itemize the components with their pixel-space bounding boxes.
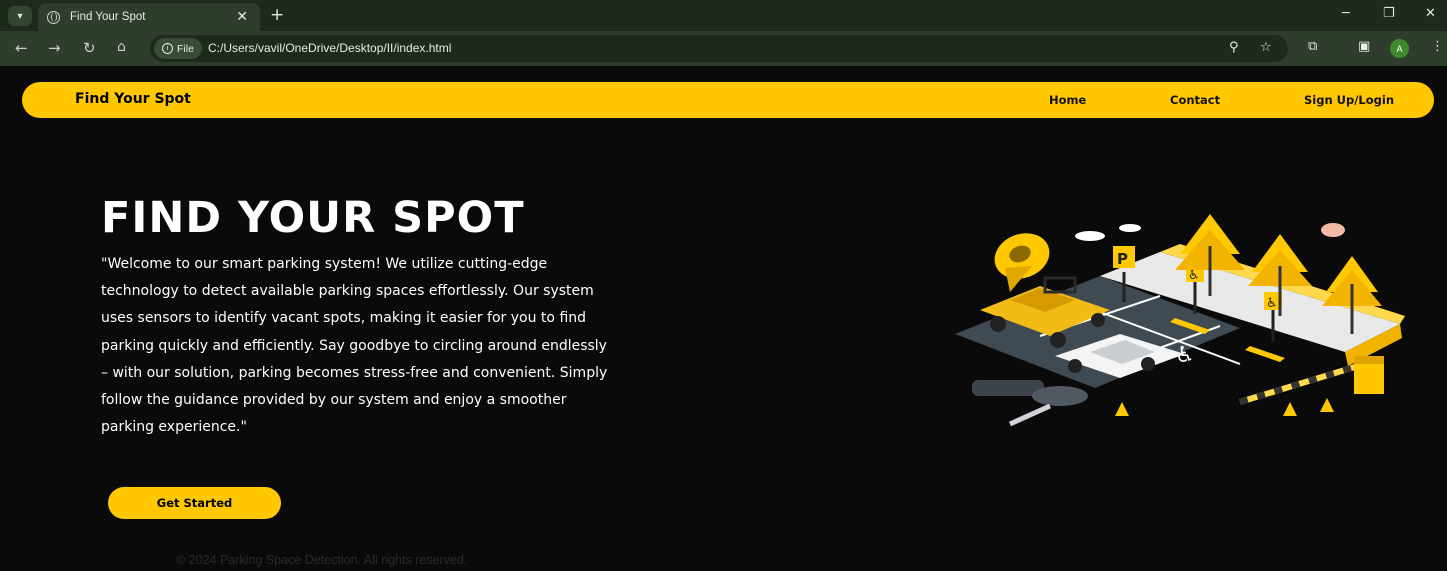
get-started-button[interactable]: Get Started: [108, 487, 281, 519]
svg-text:P: P: [1117, 250, 1128, 268]
browser-tab-bar: ▾ Find Your Spot ✕ + ─ ❐ ✕: [0, 0, 1447, 31]
hero-title: FIND YOUR SPOT: [101, 193, 525, 243]
footer-copyright: © 2024 Parking Space Detection. All righ…: [176, 553, 468, 567]
tab-title: Find Your Spot: [70, 11, 146, 23]
cloud-icon: [1119, 224, 1141, 232]
menu-kebab-icon[interactable]: ⋮: [1431, 39, 1444, 54]
nav-link-signup-login[interactable]: Sign Up/Login: [1304, 93, 1394, 107]
traffic-cone-icon: [1320, 398, 1334, 412]
traffic-cone-icon: [1283, 402, 1297, 416]
svg-text:♿: ♿: [1266, 296, 1278, 311]
site-info-chip[interactable]: i File: [154, 38, 202, 59]
svg-text:♿: ♿: [1188, 268, 1200, 283]
window-close-icon[interactable]: ✕: [1425, 6, 1436, 21]
car-key-icon: [972, 380, 1088, 427]
globe-icon: [47, 10, 60, 24]
brand-logo-text[interactable]: Find Your Spot: [75, 91, 191, 107]
extensions-icon[interactable]: ⧉: [1308, 39, 1317, 54]
chevron-down-icon: ▾: [17, 10, 23, 22]
traffic-cone-icon: [1115, 402, 1129, 416]
sun-icon: [1321, 223, 1345, 237]
forward-arrow-icon[interactable]: →: [48, 39, 61, 57]
page-content: Find Your Spot Home Contact Sign Up/Logi…: [0, 66, 1447, 571]
cloud-icon: [1075, 231, 1105, 241]
url-text: C:/Users/vavil/OneDrive/Desktop/II/index…: [208, 41, 452, 55]
zoom-icon[interactable]: ⚲: [1229, 40, 1239, 55]
nav-link-home[interactable]: Home: [1049, 93, 1086, 107]
home-icon[interactable]: ⌂: [117, 39, 126, 55]
hero-description: "Welcome to our smart parking system! We…: [101, 256, 608, 436]
file-chip-label: File: [177, 42, 194, 55]
info-icon: i: [162, 43, 173, 54]
browser-tab[interactable]: Find Your Spot ✕: [38, 3, 260, 31]
close-icon[interactable]: ✕: [236, 9, 248, 25]
tab-search-button[interactable]: ▾: [8, 6, 32, 26]
parking-lot-illustration: ♿ P ♿ ♿: [955, 214, 1405, 427]
barrier-gate-icon: [1239, 356, 1384, 405]
bookmark-star-icon[interactable]: ☆: [1260, 40, 1272, 55]
new-tab-button[interactable]: +: [270, 5, 284, 25]
restore-icon[interactable]: ❐: [1383, 6, 1395, 21]
browser-toolbar: ← → ↻ ⌂ i File C:/Users/vavil/OneDrive/D…: [0, 31, 1447, 66]
minimize-icon[interactable]: ─: [1342, 6, 1350, 21]
side-panel-icon[interactable]: ▣: [1358, 39, 1370, 54]
site-navbar: Find Your Spot Home Contact Sign Up/Logi…: [22, 82, 1434, 118]
back-arrow-icon[interactable]: ←: [15, 39, 28, 57]
avatar[interactable]: A: [1390, 39, 1409, 58]
nav-link-contact[interactable]: Contact: [1170, 93, 1220, 107]
address-bar[interactable]: i File C:/Users/vavil/OneDrive/Desktop/I…: [150, 35, 1288, 62]
reload-icon[interactable]: ↻: [83, 39, 96, 57]
